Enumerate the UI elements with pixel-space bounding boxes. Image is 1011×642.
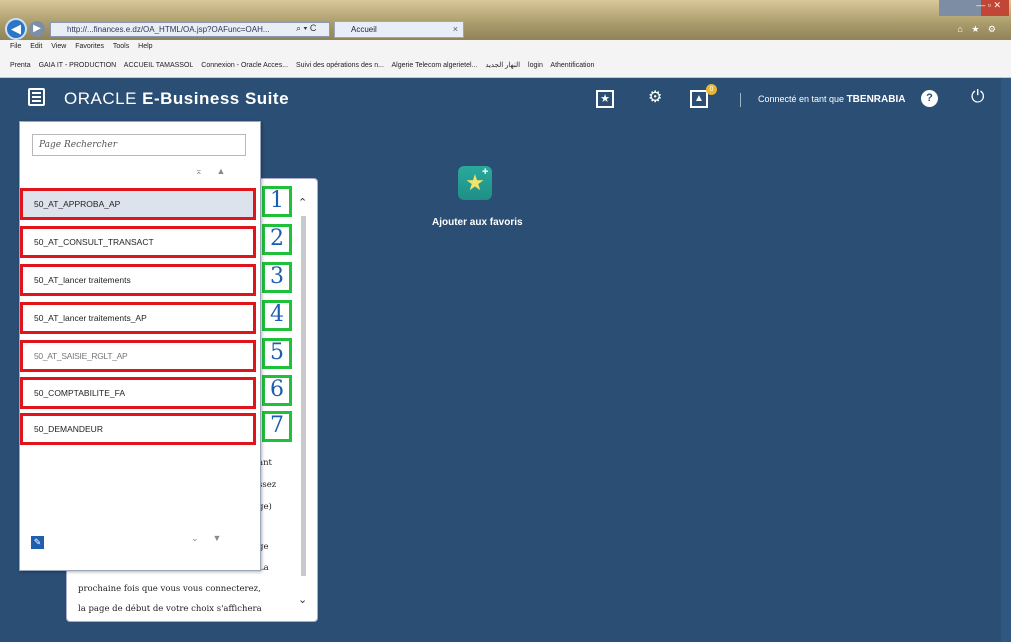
favorite-link[interactable]: Athentification <box>550 62 594 69</box>
favorite-link[interactable]: Suivi des opérations des n... <box>296 62 384 69</box>
marker-2: 2 <box>262 224 292 255</box>
browser-menubar: File Edit View Favorites Tools Help <box>0 40 1011 54</box>
marker-5: 5 <box>262 338 292 369</box>
browser-titlebar: ◀ ▶ http://...finances.e.dz/OA_HTML/OA.j… <box>0 0 1011 40</box>
marker-7: 7 <box>262 411 292 442</box>
bell-icon[interactable]: ▲ <box>690 90 708 108</box>
connected-label: Connecté en tant que <box>758 94 847 104</box>
menu-favorites[interactable]: Favorites <box>75 43 104 50</box>
favorite-link[interactable]: النهار الجديد <box>485 62 520 69</box>
responsibility-item[interactable]: 50_AT_SAISIE_RGLT_AP <box>20 340 256 372</box>
marker-4: 4 <box>262 300 292 331</box>
responsibility-item[interactable]: 50_DEMANDEUR <box>20 413 256 445</box>
username: TBENRABIA <box>846 94 906 105</box>
connected-user: Connecté en tant que TBENRABIA <box>758 94 905 105</box>
browser-tab[interactable]: Accueil × <box>334 21 464 38</box>
plus-icon: + <box>482 166 489 178</box>
scroll-track[interactable] <box>301 216 306 576</box>
app-brand: ORACLE E-Business Suite <box>64 89 289 109</box>
oracle-logo: ORACLE <box>64 89 137 108</box>
forward-icon[interactable]: ▶ <box>29 21 45 37</box>
power-icon[interactable]: ⏻ <box>971 88 984 106</box>
window-controls[interactable]: — ▫ ✕ <box>939 0 1009 16</box>
menu-tools[interactable]: Tools <box>113 43 129 50</box>
ebs-home: ORACLE E-Business Suite ★ ⚙ ▲ 0 Connecté… <box>0 78 1011 642</box>
responsibility-item[interactable]: 50_AT_CONSULT_TRANSACT <box>20 226 256 258</box>
browser-toolbar-icons[interactable]: ⌂ ★ ⚙ <box>957 24 999 35</box>
responsibility-item[interactable]: 50_AT_lancer traitements_AP <box>20 302 256 334</box>
marker-6: 6 <box>262 375 292 406</box>
favorite-link[interactable]: Algerie Telecom algerietel... <box>392 62 478 69</box>
favorites-bar: Prenta GAIA IT - PRODUCTION ACCUEIL TAMA… <box>0 54 1011 78</box>
responsibility-item[interactable]: 50_AT_APPROBA_AP <box>20 188 256 220</box>
favorite-link[interactable]: login <box>528 62 543 69</box>
product-name: E-Business Suite <box>136 89 290 108</box>
menu-file[interactable]: File <box>10 43 21 50</box>
help-icon[interactable]: ? <box>921 90 938 107</box>
edit-icon[interactable]: ✎ <box>31 536 44 549</box>
marker-3: 3 <box>262 262 292 293</box>
menu-help[interactable]: Help <box>138 43 152 50</box>
back-icon[interactable]: ◀ <box>5 18 27 40</box>
responsibility-panel: Page Rechercher ⌅▲ 50_AT_APPROBA_AP 50_A… <box>19 121 261 571</box>
sort-up-icon[interactable]: ⌅▲ <box>195 166 239 177</box>
header-divider <box>740 93 741 107</box>
favorite-link[interactable]: Prenta <box>10 62 31 69</box>
menu-view[interactable]: View <box>51 43 66 50</box>
gear-icon[interactable]: ⚙ <box>648 89 662 107</box>
help-card-scrollbar[interactable]: ⌃ ⌄ <box>297 186 311 606</box>
sort-down-icon[interactable]: ⌄▼ <box>191 533 235 544</box>
hamburger-icon[interactable] <box>28 88 45 106</box>
help-text-line: la page de début de votre choix s'affich… <box>78 604 262 614</box>
scroll-down-icon[interactable]: ⌄ <box>298 593 307 606</box>
favorite-link[interactable]: ACCUEIL TAMASSOL <box>124 62 194 69</box>
address-bar[interactable]: http://...finances.e.dz/OA_HTML/OA.jsp?O… <box>50 22 330 37</box>
add-favorite-label[interactable]: Ajouter aux favoris <box>432 217 523 228</box>
responsibility-item[interactable]: 50_COMPTABILITE_FA <box>20 377 256 409</box>
tab-close-icon[interactable]: × <box>453 22 458 37</box>
address-actions[interactable]: ⌕ ▾ C <box>296 23 316 34</box>
favorite-link[interactable]: GAIA IT - PRODUCTION <box>39 62 117 69</box>
menu-edit[interactable]: Edit <box>30 43 42 50</box>
scroll-up-icon[interactable]: ⌃ <box>298 196 307 209</box>
tab-title: Accueil <box>351 25 377 34</box>
page-search-input[interactable]: Page Rechercher <box>32 134 246 156</box>
help-text-line: prochaine fois que vous vous connecterez… <box>78 584 261 594</box>
marker-1: 1 <box>262 186 292 217</box>
responsibility-item[interactable]: 50_AT_lancer traitements <box>20 264 256 296</box>
scrollbar-edge <box>1001 78 1011 642</box>
favorite-link[interactable]: Connexion - Oracle Acces... <box>201 62 288 69</box>
notification-badge: 0 <box>706 84 717 95</box>
favorites-star-icon[interactable]: ★ <box>596 90 614 108</box>
